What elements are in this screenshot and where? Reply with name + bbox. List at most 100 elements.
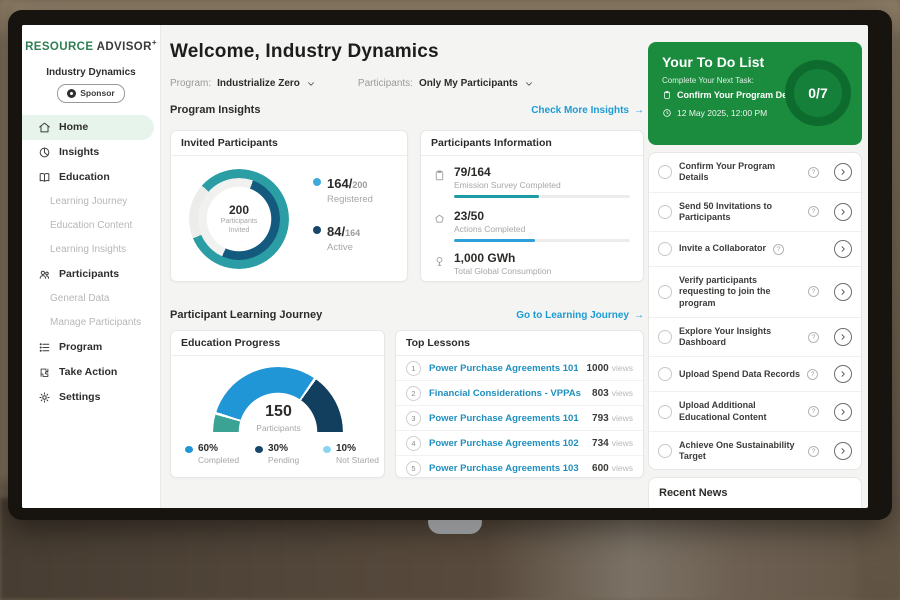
insights-icon xyxy=(38,146,51,159)
lesson-link[interactable]: Power Purchase Agreements 101 xyxy=(429,363,578,374)
task-label: Upload Spend Data Records xyxy=(679,369,800,380)
lesson-link[interactable]: Power Purchase Agreements 103 xyxy=(429,463,579,474)
task-label: Achieve One Sustainability Target xyxy=(679,440,801,463)
lesson-link[interactable]: Power Purchase Agreements 102 xyxy=(429,438,579,449)
sidebar-item-program[interactable]: Program xyxy=(22,335,160,360)
sidebar-item-home[interactable]: Home xyxy=(22,115,154,140)
todo-task-row[interactable]: Achieve One Sustainability Target xyxy=(649,431,861,470)
info-icon xyxy=(808,332,819,343)
todo-title: Your To Do List xyxy=(662,54,764,70)
todo-task-card: Confirm Your Program Details Send 50 Inv… xyxy=(648,152,862,470)
chevron-right-icon[interactable] xyxy=(834,403,852,421)
chevron-right-icon[interactable] xyxy=(834,163,852,181)
go-to-learning-journey-link[interactable]: Go to Learning Journey xyxy=(516,310,644,321)
info-icon xyxy=(773,244,784,255)
sidebar-item-education[interactable]: Education xyxy=(22,165,160,190)
participants-icon xyxy=(38,268,51,281)
chevron-right-icon[interactable] xyxy=(834,365,852,383)
task-checkbox[interactable] xyxy=(658,367,672,381)
lesson-row: 4 Power Purchase Agreements 102 734views xyxy=(396,430,643,455)
lesson-row: 3 Power Purchase Agreements 101 793views xyxy=(396,405,643,430)
lesson-views: 734views xyxy=(592,438,633,449)
todo-task-row[interactable]: Explore Your Insights Dashboard xyxy=(649,317,861,357)
sidebar-item-take-action[interactable]: Take Action xyxy=(22,360,160,385)
section-title: Program Insights xyxy=(170,104,260,116)
invited-participants-donut-chart: 200 Participants Invited xyxy=(189,169,289,269)
sidebar-item-learning-journey[interactable]: Learning Journey xyxy=(22,190,160,214)
gauge-center-value: 150 xyxy=(171,403,386,421)
filters-row: Program: Industrialize Zero Participants… xyxy=(170,78,534,89)
card-title: Participants Information xyxy=(421,131,643,156)
chevron-right-icon[interactable] xyxy=(834,328,852,346)
sidebar-item-education-content[interactable]: Education Content xyxy=(22,214,160,238)
todo-hero-card: Your To Do List Complete Your Next Task:… xyxy=(648,42,862,145)
participants-filter[interactable]: Participants: Only My Participants xyxy=(358,78,534,89)
stat-total-consumption: 1,000 GWh Total Global Consumption xyxy=(433,251,629,276)
task-label: Confirm Your Program Details xyxy=(679,161,801,184)
chevron-right-icon[interactable] xyxy=(834,442,852,460)
education-icon xyxy=(38,171,51,184)
check-more-insights-link[interactable]: Check More Insights xyxy=(531,105,644,116)
chevron-right-icon[interactable] xyxy=(834,240,852,258)
task-checkbox[interactable] xyxy=(658,444,672,458)
todo-task-row[interactable]: Verify participants requesting to join t… xyxy=(649,266,861,317)
sidebar-item-general-data[interactable]: General Data xyxy=(22,287,160,311)
chevron-down-icon xyxy=(524,79,534,89)
survey-icon xyxy=(433,169,446,182)
invited-participants-card: Invited Participants 200 Participants In… xyxy=(170,130,408,282)
logo-plus: + xyxy=(152,38,157,47)
recent-news-title: Recent News xyxy=(649,478,861,508)
actions-icon xyxy=(433,213,446,226)
chevron-right-icon[interactable] xyxy=(834,203,852,221)
info-icon xyxy=(808,286,819,297)
sidebar: RESOURCE ADVISOR+ Industry Dynamics Spon… xyxy=(22,25,161,508)
info-icon xyxy=(808,167,819,178)
todo-task-row[interactable]: Send 50 Invitations to Participants xyxy=(649,192,861,232)
lesson-rank: 1 xyxy=(406,361,421,376)
todo-task-row[interactable]: Upload Spend Data Records xyxy=(649,356,861,391)
task-checkbox[interactable] xyxy=(658,330,672,344)
chevron-right-icon[interactable] xyxy=(834,283,852,301)
todo-task-row[interactable]: Confirm Your Program Details xyxy=(649,153,861,192)
task-checkbox[interactable] xyxy=(658,405,672,419)
top-lessons-list: 1 Power Purchase Agreements 101 1000view… xyxy=(396,356,643,480)
todo-next-task: Confirm Your Program Details xyxy=(662,90,805,100)
legend-active: 84/164 Active xyxy=(313,223,360,253)
task-checkbox[interactable] xyxy=(658,165,672,179)
lesson-views: 1000views xyxy=(586,363,633,374)
participants-information-card: Participants Information 79/164 Emission… xyxy=(420,130,644,282)
info-icon xyxy=(808,446,819,457)
sidebar-item-settings[interactable]: Settings xyxy=(22,385,160,410)
sidebar-item-participants[interactable]: Participants xyxy=(22,262,160,287)
program-filter[interactable]: Program: Industrialize Zero xyxy=(170,78,316,89)
task-checkbox[interactable] xyxy=(658,205,672,219)
legend-dot xyxy=(185,446,193,453)
settings-icon xyxy=(38,391,51,404)
legend-dot xyxy=(313,226,321,234)
todo-task-row[interactable]: Invite a Collaborator xyxy=(649,231,861,266)
lesson-link[interactable]: Financial Considerations - VPPAs xyxy=(429,388,581,399)
todo-task-list: Confirm Your Program Details Send 50 Inv… xyxy=(649,153,861,470)
info-icon xyxy=(808,206,819,217)
task-checkbox[interactable] xyxy=(658,285,672,299)
lesson-row: 5 Power Purchase Agreements 103 600views xyxy=(396,455,643,480)
task-label: Explore Your Insights Dashboard xyxy=(679,326,801,349)
task-label: Upload Additional Educational Content xyxy=(679,400,801,423)
card-title: Top Lessons xyxy=(396,331,643,356)
task-checkbox[interactable] xyxy=(658,242,672,256)
lesson-views: 600views xyxy=(592,463,633,474)
sidebar-item-insights[interactable]: Insights xyxy=(22,140,160,165)
sidebar-item-manage-participants[interactable]: Manage Participants xyxy=(22,311,160,335)
sidebar-item-learning-insights[interactable]: Learning Insights xyxy=(22,238,160,262)
take-action-icon xyxy=(38,366,51,379)
lesson-rank: 3 xyxy=(406,411,421,426)
consumption-icon xyxy=(433,255,446,268)
sidebar-nav: Home Insights Education Learning Journey… xyxy=(22,115,160,410)
info-icon xyxy=(808,406,819,417)
app-logo: RESOURCE ADVISOR+ xyxy=(22,38,160,53)
section-title: Participant Learning Journey xyxy=(170,309,322,321)
lesson-link[interactable]: Power Purchase Agreements 101 xyxy=(429,413,579,424)
screen: RESOURCE ADVISOR+ Industry Dynamics Spon… xyxy=(22,25,868,508)
todo-task-row[interactable]: Upload Additional Educational Content xyxy=(649,391,861,431)
recent-news-card: Recent News xyxy=(648,477,862,508)
